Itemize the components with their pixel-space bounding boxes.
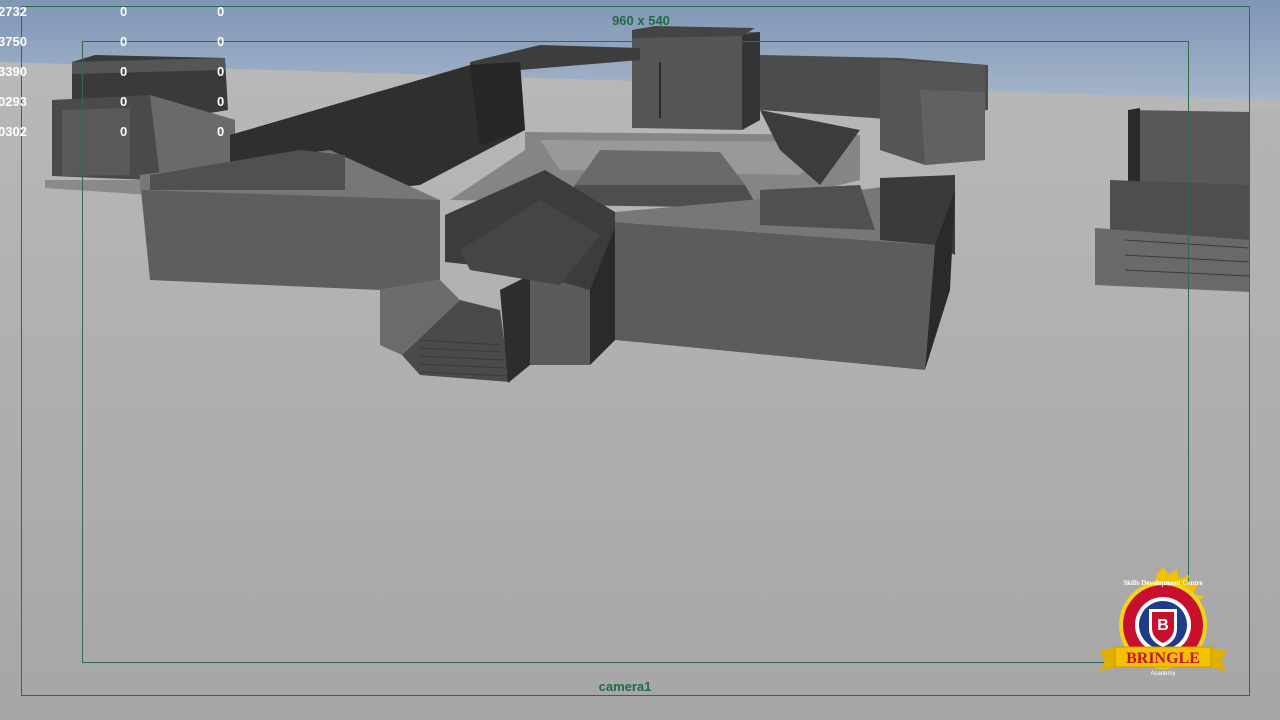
logo-name-text: BRINGLE <box>1126 650 1200 667</box>
stat-row: 0302 0 0 <box>0 124 240 142</box>
stat-value: 2732 <box>0 4 27 19</box>
stat-value: 0 <box>120 34 128 49</box>
stat-value: 0 <box>217 124 225 139</box>
stat-value: 0 <box>120 64 128 79</box>
stat-value: 0 <box>120 4 128 19</box>
bringle-academy-logo: B BRINGLE Skills Development Centre Acad… <box>1099 567 1227 677</box>
stat-row: 3750 0 0 <box>0 34 240 52</box>
stat-value: 3390 <box>0 64 27 79</box>
stat-value: 0 <box>120 94 128 109</box>
stat-value: 0302 <box>0 124 27 139</box>
logo-arc-text: Skills Development Centre <box>1123 579 1203 587</box>
svg-text:B: B <box>1157 617 1169 634</box>
stat-value: 0 <box>217 94 225 109</box>
stat-value: 0 <box>217 4 225 19</box>
stat-value: 0 <box>120 124 128 139</box>
stat-value: 0 <box>217 64 225 79</box>
stat-value: 0 <box>217 34 225 49</box>
stat-value: 3750 <box>0 34 27 49</box>
resolution-gate-label: 960 x 540 <box>612 13 670 28</box>
heads-up-display-stats: 2732 0 0 3750 0 0 3390 0 0 0293 0 0 0302… <box>0 0 240 150</box>
logo-sub-text: Academy <box>1150 671 1175 677</box>
stat-row: 3390 0 0 <box>0 64 240 82</box>
safe-action-gate <box>82 41 1189 663</box>
stat-row: 2732 0 0 <box>0 4 240 22</box>
maya-viewport[interactable]: 2732 0 0 3750 0 0 3390 0 0 0293 0 0 0302… <box>0 0 1280 720</box>
stat-value: 0293 <box>0 94 27 109</box>
stat-row: 0293 0 0 <box>0 94 240 112</box>
camera-name-label: camera1 <box>598 679 652 694</box>
